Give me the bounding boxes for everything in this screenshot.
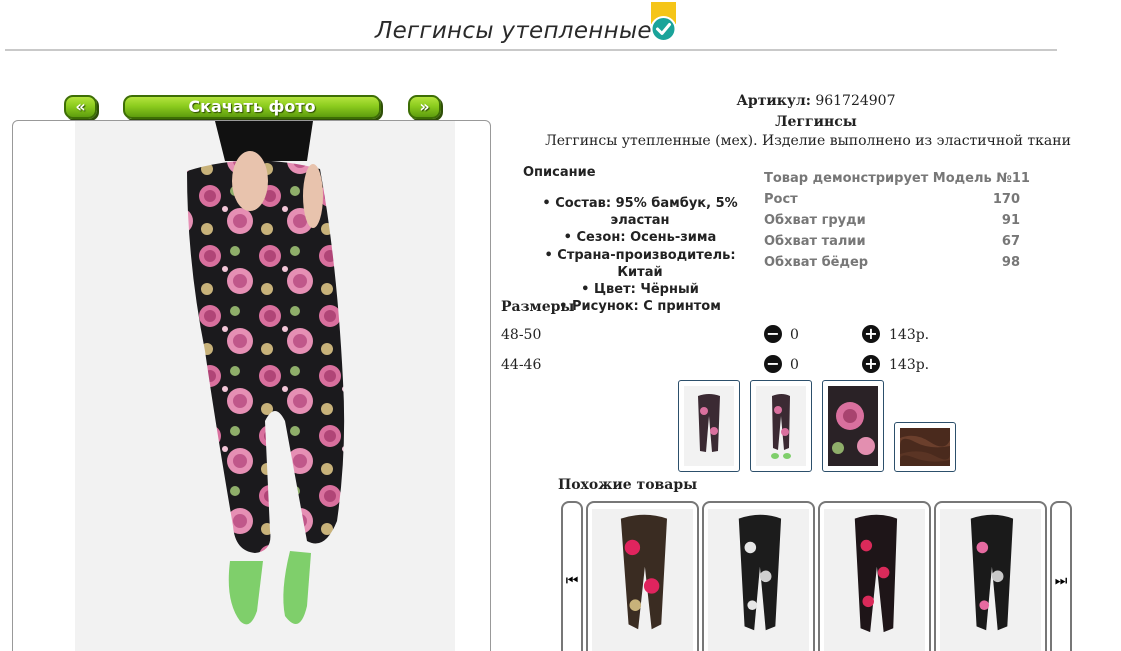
model-row-value: 67 <box>1001 234 1020 249</box>
size-price: 143р. <box>889 357 930 373</box>
page-title: Леггинсы утепленные <box>375 18 652 44</box>
verified-check-icon <box>650 2 677 42</box>
plus-circle-icon[interactable]: + <box>862 325 880 343</box>
feature-list: Состав: 95% бамбук, 5% эластан Сезон: Ос… <box>520 195 760 315</box>
model-row-label: Обхват талии <box>764 234 866 249</box>
feature-item: Цвет: Чёрный <box>520 281 760 298</box>
minus-circle-icon[interactable]: − <box>764 325 782 343</box>
similar-product-image <box>940 509 1041 651</box>
sku-label: Артикул: <box>736 93 811 109</box>
product-description: Леггинсы утепленные (мех). Изделие выпол… <box>545 133 1071 149</box>
photo-thumbnail[interactable] <box>822 380 884 472</box>
thumbnail-image <box>900 428 950 466</box>
size-row: 48-50 − 0 + 143р. <box>501 325 961 347</box>
carousel-prev-button[interactable]: ⏮ <box>561 501 583 651</box>
download-photo-button[interactable]: Скачать фото <box>123 95 381 119</box>
similar-product-card[interactable] <box>934 501 1047 651</box>
size-price: 143р. <box>889 327 930 343</box>
model-row-value: 98 <box>1001 255 1020 270</box>
size-label: 48-50 <box>501 327 542 343</box>
photo-thumbnail[interactable] <box>678 380 740 472</box>
product-type: Леггинсы <box>775 114 857 130</box>
model-row: Рост 170 <box>764 192 1020 213</box>
size-row: 44-46 − 0 + 143р. <box>501 355 961 377</box>
model-row-value: 170 <box>992 192 1020 207</box>
model-heading: Товар демонстрирует Модель №11 <box>764 171 1030 186</box>
similar-product-card[interactable] <box>818 501 931 651</box>
similar-product-card[interactable] <box>586 501 699 651</box>
header-divider <box>5 49 1057 51</box>
feature-item: Сезон: Осень-зима <box>520 229 760 246</box>
skip-forward-icon: ⏭ <box>1054 573 1068 589</box>
sizes-heading: Размеры <box>501 299 575 315</box>
similar-product-image <box>592 509 693 651</box>
model-row-label: Обхват груди <box>764 213 866 228</box>
next-photo-button[interactable]: » <box>408 95 441 119</box>
similar-products-heading: Похожие товары <box>558 477 698 493</box>
minus-circle-icon[interactable]: − <box>764 355 782 373</box>
plus-circle-icon[interactable]: + <box>862 355 880 373</box>
carousel-next-button[interactable]: ⏭ <box>1050 501 1072 651</box>
skip-back-icon: ⏮ <box>565 573 579 589</box>
model-measurements: Товар демонстрирует Модель №11 Рост 170 … <box>764 171 1030 276</box>
quantity-value: 0 <box>790 357 799 373</box>
thumbnail-image <box>828 386 878 466</box>
model-row-value: 91 <box>1001 213 1020 228</box>
thumbnail-image <box>684 386 734 466</box>
model-row: Обхват груди 91 <box>764 213 1020 234</box>
description-heading: Описание <box>523 165 596 180</box>
model-row-label: Рост <box>764 192 798 207</box>
similar-product-card[interactable] <box>702 501 815 651</box>
sku-value: 961724907 <box>815 93 896 109</box>
main-photo-frame <box>12 120 491 651</box>
previous-photo-button[interactable]: « <box>64 95 97 119</box>
model-row-label: Обхват бёдер <box>764 255 869 270</box>
feature-item: Страна-производитель: Китай <box>520 247 760 281</box>
model-row: Обхват бёдер 98 <box>764 255 1020 276</box>
similar-product-image <box>708 509 809 651</box>
photo-thumbnail[interactable] <box>894 422 956 472</box>
thumbnail-image <box>756 386 806 466</box>
main-product-photo[interactable] <box>75 121 455 651</box>
similar-product-image <box>824 509 925 651</box>
size-label: 44-46 <box>501 357 542 373</box>
quantity-value: 0 <box>790 327 799 343</box>
photo-thumbnail[interactable] <box>750 380 812 472</box>
model-row: Обхват талии 67 <box>764 234 1020 255</box>
sku-line: Артикул: 961724907 <box>496 93 1121 109</box>
feature-item: Состав: 95% бамбук, 5% эластан <box>520 195 760 229</box>
